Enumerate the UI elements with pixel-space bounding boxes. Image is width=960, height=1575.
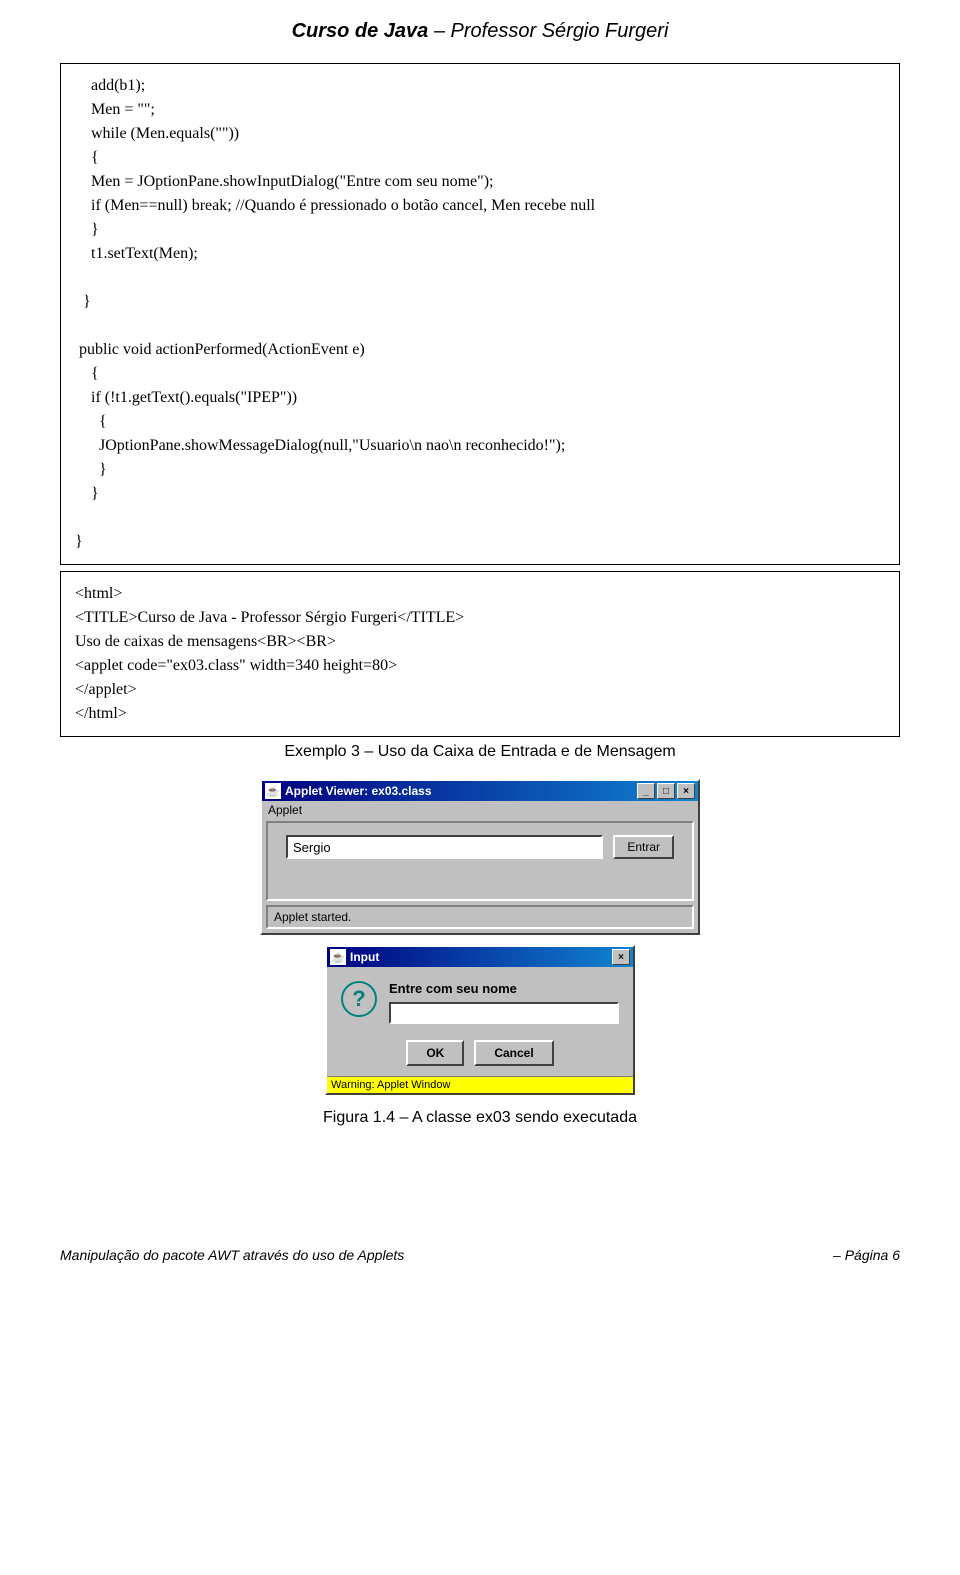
page-header: Curso de Java – Professor Sérgio Furgeri [60, 20, 900, 43]
screenshot-container: ☕ Applet Viewer: ex03.class _ □ × Applet… [260, 779, 700, 1095]
footer-left: Manipulação do pacote AWT através do uso… [60, 1247, 404, 1263]
dialog-titlebar: ☕ Input × [327, 947, 633, 967]
header-course: Curso de Java [292, 20, 429, 42]
status-bar: Applet started. [266, 905, 694, 929]
question-icon: ? [341, 981, 377, 1017]
close-button[interactable]: × [677, 783, 695, 799]
example-caption: Exemplo 3 – Uso da Caixa de Entrada e de… [60, 743, 900, 761]
maximize-button[interactable]: □ [657, 783, 675, 799]
applet-titlebar: ☕ Applet Viewer: ex03.class _ □ × [262, 781, 698, 801]
applet-title-text: Applet Viewer: ex03.class [285, 784, 432, 798]
dialog-body: ? Entre com seu nome [327, 967, 633, 1034]
applet-menu-item[interactable]: Applet [262, 801, 698, 819]
dialog-close-button[interactable]: × [612, 949, 630, 965]
figure-caption: Figura 1.4 – A classe ex03 sendo executa… [60, 1109, 900, 1127]
input-dialog: ☕ Input × ? Entre com seu nome OK Cancel… [325, 945, 635, 1095]
ok-button[interactable]: OK [406, 1040, 464, 1066]
cancel-button[interactable]: Cancel [474, 1040, 553, 1066]
dialog-text-input[interactable] [389, 1002, 619, 1024]
applet-content-area: Sergio Entrar [266, 821, 694, 901]
entrar-button[interactable]: Entrar [613, 835, 674, 859]
code-block-java: add(b1); Men = ""; while (Men.equals("")… [60, 63, 900, 565]
name-input[interactable]: Sergio [286, 835, 603, 859]
header-dash: – [428, 20, 450, 42]
applet-viewer-window: ☕ Applet Viewer: ex03.class _ □ × Applet… [260, 779, 700, 935]
header-professor: Professor Sérgio Furgeri [451, 20, 669, 42]
footer-right: – Página 6 [833, 1247, 900, 1263]
dialog-prompt: Entre com seu nome [389, 981, 619, 996]
minimize-button[interactable]: _ [637, 783, 655, 799]
page-footer: Manipulação do pacote AWT através do uso… [60, 1247, 900, 1263]
code-block-html: <html> <TITLE>Curso de Java - Professor … [60, 571, 900, 737]
dialog-title-text: Input [350, 950, 379, 964]
applet-warning: Warning: Applet Window [327, 1076, 633, 1093]
dialog-button-row: OK Cancel [327, 1034, 633, 1076]
java-cup-icon: ☕ [330, 949, 346, 965]
java-cup-icon: ☕ [265, 783, 281, 799]
